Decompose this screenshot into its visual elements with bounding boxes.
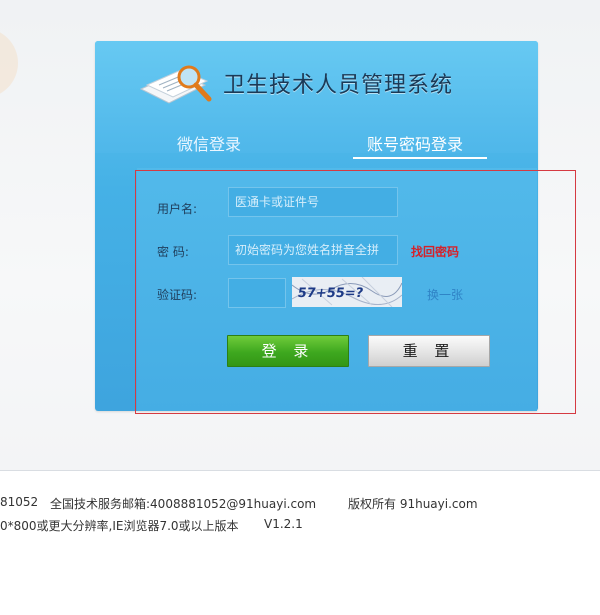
magnifier-documents-icon [139,65,212,104]
footer-copyright: 版权所有 91huayi.com [348,497,478,511]
footer-service-email: 全国技术服务邮箱:4008881052@91huayi.com [50,497,317,511]
active-tab-underline [353,157,487,159]
highlight-box [135,170,576,414]
footer-version: V1.2.1 [264,517,303,531]
tab-account-password-login[interactable]: 账号密码登录 [367,131,463,155]
footer: 81052 全国技术服务邮箱:4008881052@91huayi.com 版权… [0,470,600,615]
footer-resolution-note: 0*800或更大分辨率,IE浏览器7.0或以上版本 [0,519,239,533]
tab-wechat-login[interactable]: 微信登录 [177,131,241,155]
footer-phone: 81052 [0,495,39,509]
system-title: 卫生技术人员管理系统 [223,73,454,98]
